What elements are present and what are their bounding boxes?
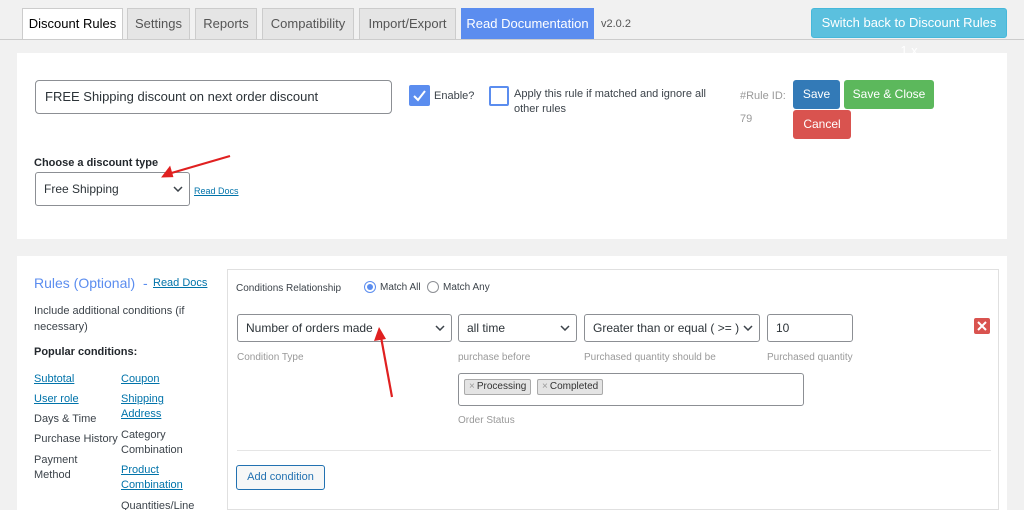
popular-payment-method[interactable]: Payment Method [34, 453, 94, 483]
tag-remove-icon[interactable]: × [469, 381, 475, 392]
tab-discount-rules[interactable]: Discount Rules [22, 8, 123, 40]
apply-exclusive-label: Apply this rule if matched and ignore al… [514, 88, 706, 115]
rules-description: Include additional conditions (if necess… [34, 305, 185, 333]
chevron-down-icon [435, 325, 445, 331]
popular-subtotal-link[interactable]: Subtotal [34, 372, 74, 387]
purchased-quantity-input[interactable]: 10 [767, 314, 853, 342]
conditions-relationship-label: Conditions Relationship [236, 283, 342, 294]
rule-general-panel: FREE Shipping discount on next order dis… [17, 53, 1007, 239]
popular-days-time[interactable]: Days & Time [34, 412, 96, 427]
quantity-hint: Purchased quantity [767, 352, 853, 363]
status-tag-completed[interactable]: × Completed [537, 379, 604, 395]
tab-compatibility[interactable]: Compatibility [262, 8, 354, 39]
rules-read-docs-link[interactable]: Read Docs [153, 277, 207, 289]
enable-checkbox[interactable] [409, 85, 430, 106]
popular-product-combination-link[interactable]: Product Combination [121, 463, 196, 493]
tab-read-documentation[interactable]: Read Documentation [461, 8, 594, 39]
purchase-period-value: all time [467, 321, 506, 335]
operator-value: Greater than or equal ( >= ) [593, 321, 740, 335]
conditions-box: Conditions Relationship Match All Match … [227, 269, 999, 510]
save-close-button[interactable]: Save & Close [844, 80, 934, 109]
condition-type-value: Number of orders made [246, 321, 373, 335]
add-condition-button[interactable]: Add condition [236, 465, 325, 490]
enable-label: Enable? [434, 90, 475, 102]
discount-type-read-docs-link[interactable]: Read Docs [194, 186, 239, 196]
tab-bar: Discount Rules Settings Reports Compatib… [0, 0, 1024, 58]
tab-reports[interactable]: Reports [195, 8, 257, 39]
match-any-label: Match Any [443, 282, 490, 293]
chevron-down-icon [560, 325, 570, 331]
annotation-arrow-condition-type [374, 327, 394, 398]
discount-type-label: Choose a discount type [34, 157, 159, 169]
popular-conditions-label: Popular conditions: [34, 346, 138, 358]
switch-back-button[interactable]: Switch back to Discount Rules 1.x [811, 8, 1007, 58]
apply-exclusive-checkbox[interactable] [489, 86, 509, 106]
match-any-radio[interactable] [427, 281, 439, 293]
close-icon [977, 321, 987, 331]
operator-hint: Purchased quantity should be [584, 352, 716, 363]
tab-divider [0, 39, 1024, 40]
purchase-period-select[interactable]: all time [458, 314, 577, 342]
rule-id-value: 79 [740, 113, 753, 125]
save-button[interactable]: Save [793, 80, 840, 109]
rules-section-dash: - [143, 275, 148, 291]
popular-quantities-line[interactable]: Quantities/Line [121, 499, 194, 510]
chevron-down-icon [173, 186, 183, 192]
checkmark-icon [413, 90, 426, 102]
tab-import-export[interactable]: Import/Export [359, 8, 456, 39]
tag-remove-icon[interactable]: × [542, 381, 548, 392]
popular-user-role-link[interactable]: User role [34, 392, 79, 407]
order-status-multiselect[interactable]: × Processing × Completed [458, 373, 804, 406]
status-tag-processing[interactable]: × Processing [464, 379, 532, 395]
condition-type-hint: Condition Type [237, 352, 304, 363]
chevron-down-icon [743, 325, 753, 331]
match-all-label: Match All [380, 282, 421, 293]
condition-type-select[interactable]: Number of orders made [237, 314, 452, 342]
annotation-arrow-discount-type [161, 154, 231, 178]
rule-id-label: #Rule ID: [740, 90, 786, 102]
order-status-hint: Order Status [458, 415, 515, 426]
cancel-button[interactable]: Cancel [793, 110, 851, 139]
rules-section-title: Rules (Optional) [34, 275, 136, 291]
operator-select[interactable]: Greater than or equal ( >= ) [584, 314, 760, 342]
popular-shipping-address-link[interactable]: Shipping Address [121, 392, 181, 422]
version-label: v2.0.2 [601, 18, 631, 30]
purchase-period-hint: purchase before [458, 352, 531, 363]
status-tag-label: Completed [549, 381, 599, 392]
status-tag-label: Processing [476, 381, 527, 392]
popular-purchase-history[interactable]: Purchase History [34, 432, 118, 447]
match-all-radio[interactable] [364, 281, 376, 293]
remove-condition-button[interactable] [974, 318, 990, 334]
discount-type-value: Free Shipping [44, 182, 119, 196]
conditions-divider [237, 450, 991, 451]
tab-settings[interactable]: Settings [127, 8, 190, 39]
rules-panel: Rules (Optional) - Read Docs Include add… [17, 256, 1007, 510]
rule-title-input[interactable]: FREE Shipping discount on next order dis… [35, 80, 392, 114]
popular-category-combination[interactable]: Category Combination [121, 428, 196, 458]
popular-coupon-link[interactable]: Coupon [121, 372, 160, 387]
